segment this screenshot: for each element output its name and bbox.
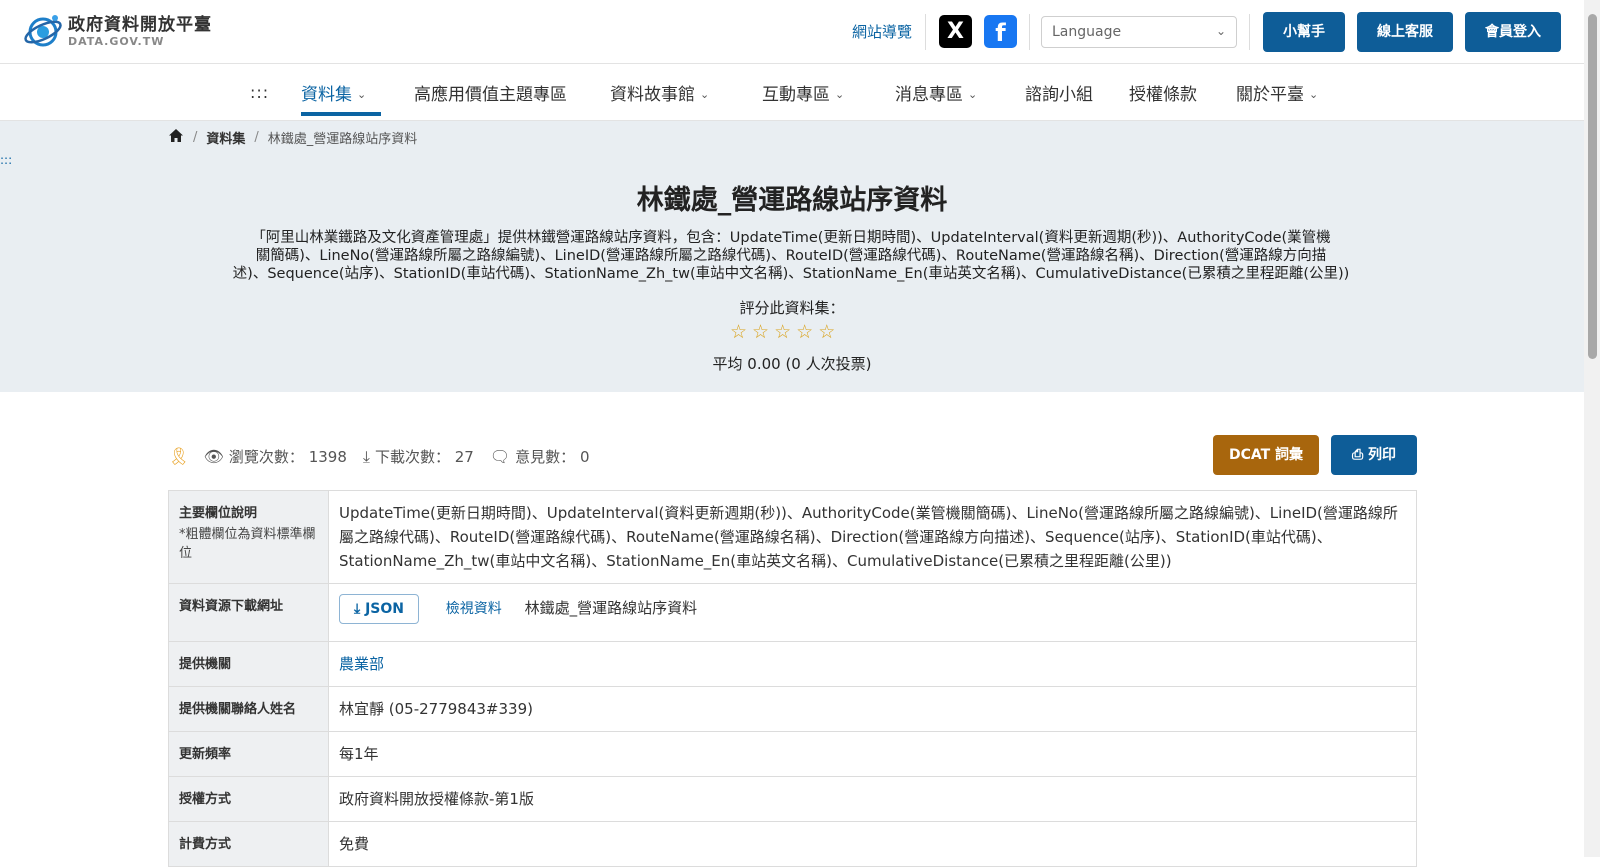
divider: [925, 14, 926, 50]
view-data-link[interactable]: 檢視資料: [446, 601, 502, 617]
star-icon[interactable]: ☆: [752, 321, 774, 343]
top-header: 政府資料開放平臺 DATA.GOV.TW 網站導覽 X f Language ⌄…: [0, 0, 1584, 64]
table-row: 提供機關聯絡人姓名 林宜靜 (05-2779843#339): [168, 686, 1417, 732]
chevron-down-icon: ⌄: [968, 88, 978, 101]
member-login-button[interactable]: 會員登入: [1465, 12, 1561, 52]
chevron-down-icon: ⌄: [1215, 24, 1226, 38]
table-row: 授權方式 政府資料開放授權條款-第1版: [168, 776, 1417, 822]
divider: [1029, 14, 1030, 50]
side-skip-anchor[interactable]: :::: [0, 153, 12, 167]
divider: [1249, 14, 1250, 50]
breadcrumb-datasets[interactable]: 資料集: [206, 128, 245, 147]
breadcrumb: / 資料集 / 林鐵處_營運路線站序資料: [168, 128, 417, 147]
page-title: 林鐵處_營運路線站序資料: [636, 185, 948, 216]
row-header-license: 授權方式: [168, 776, 329, 822]
star-icon[interactable]: ☆: [818, 321, 840, 343]
nav-item-high-value[interactable]: 高應用價值主題專區: [414, 80, 567, 105]
printer-icon: ⎙: [1351, 447, 1364, 463]
star-icon[interactable]: ☆: [774, 321, 796, 343]
breadcrumb-separator: /: [193, 130, 198, 145]
home-icon[interactable]: [168, 128, 184, 147]
x-twitter-icon[interactable]: X: [939, 15, 972, 48]
nav-item-about[interactable]: 關於平臺 ⌄: [1236, 80, 1318, 105]
row-header-download: 資料資源下載網址: [168, 583, 329, 642]
rating-average: 平均 0.00 (0 人次投票): [712, 355, 872, 373]
license-value: 政府資料開放授權條款-第1版: [328, 776, 1417, 822]
download-icon: ⤓: [354, 601, 361, 617]
rating-stars[interactable]: ☆☆☆☆☆: [730, 321, 840, 343]
helper-button[interactable]: 小幫手: [1263, 12, 1345, 52]
chevron-down-icon: ⌄: [1309, 88, 1319, 101]
agency-cell: 農業部: [328, 641, 1417, 687]
logo-title: 政府資料開放平臺: [68, 14, 212, 35]
main-navigation: ::: 資料集 ⌄ 高應用價值主題專區 資料故事館 ⌄ 互動專區 ⌄ 消息專區 ⌄ 諮詢…: [0, 64, 1584, 121]
row-header-fee: 計費方式: [168, 821, 329, 867]
nav-item-license[interactable]: 授權條款: [1129, 80, 1197, 105]
print-button[interactable]: ⎙ 列印: [1331, 435, 1417, 475]
nav-item-advisory[interactable]: 諮詢小組: [1025, 80, 1093, 105]
row-header-agency: 提供機關: [168, 641, 329, 687]
dataset-description: 「阿里山林業鐵路及文化資產管理處」提供林鐵營運路線站序資料，包含：UpdateT…: [232, 230, 1350, 282]
row-header-fields: 主要欄位說明 *粗體欄位為資料標準欄位: [168, 490, 329, 584]
download-cell: ⤓ JSON 檢視資料 林鐵處_營運路線站序資料: [328, 583, 1417, 642]
active-nav-indicator: [301, 112, 381, 116]
star-icon[interactable]: ☆: [796, 321, 818, 343]
eye-icon: 👁: [203, 447, 224, 466]
table-row: 資料資源下載網址 ⤓ JSON 檢視資料 林鐵處_營運路線站序資料: [168, 583, 1417, 642]
medal-icon: 🎗: [168, 446, 190, 467]
language-select[interactable]: Language ⌄: [1041, 16, 1237, 48]
skip-anchor[interactable]: :::: [250, 83, 269, 102]
comments-stat: 🗨 意見數： 0: [489, 447, 590, 466]
fee-value: 免費: [328, 821, 1417, 867]
row-header-contact: 提供機關聯絡人姓名: [168, 686, 329, 732]
sitemap-link[interactable]: 網站導覽: [852, 21, 912, 42]
row-header-frequency: 更新頻率: [168, 731, 329, 777]
facebook-icon[interactable]: f: [984, 15, 1017, 48]
nav-item-interactive[interactable]: 互動專區 ⌄: [762, 80, 844, 105]
dataset-info-table: 主要欄位說明 *粗體欄位為資料標準欄位 UpdateTime(更新日期時間)、U…: [168, 490, 1417, 867]
dataset-hero: / 資料集 / 林鐵處_營運路線站序資料 ::: 林鐵處_營運路線站序資料 「阿…: [0, 121, 1584, 392]
nav-item-datasets[interactable]: 資料集 ⌄: [301, 80, 366, 105]
nav-item-stories[interactable]: 資料故事館 ⌄: [610, 80, 709, 105]
views-stat: 👁 瀏覽次數： 1398: [203, 447, 347, 466]
table-row: 提供機關 農業部: [168, 641, 1417, 687]
dataset-stats: 🎗 👁 瀏覽次數： 1398 ⤓ 下載次數： 27 🗨 意見數： 0: [168, 446, 606, 467]
nav-item-news[interactable]: 消息專區 ⌄: [895, 80, 977, 105]
contact-value: 林宜靜 (05-2779843#339): [328, 686, 1417, 732]
download-icon: ⤓: [362, 446, 370, 466]
table-row: 更新頻率 每1年: [168, 731, 1417, 777]
chevron-down-icon: ⌄: [835, 88, 845, 101]
online-service-button[interactable]: 線上客服: [1357, 12, 1453, 52]
fields-note: *粗體欄位為資料標準欄位: [179, 527, 316, 561]
star-icon[interactable]: ☆: [730, 321, 752, 343]
page-scrollbar[interactable]: [1584, 0, 1600, 857]
chevron-down-icon: ⌄: [700, 88, 710, 101]
breadcrumb-separator: /: [254, 130, 259, 145]
fields-value: UpdateTime(更新日期時間)、UpdateInterval(資料更新週期…: [328, 490, 1417, 584]
comments-icon: 🗨: [489, 447, 511, 466]
breadcrumb-current: 林鐵處_營運路線站序資料: [267, 132, 418, 147]
frequency-value: 每1年: [328, 731, 1417, 777]
downloads-stat: ⤓ 下載次數： 27: [362, 446, 474, 467]
dcat-button[interactable]: DCAT 詞彙: [1213, 435, 1319, 475]
agency-link[interactable]: 農業部: [339, 655, 384, 673]
table-row: 主要欄位說明 *粗體欄位為資料標準欄位 UpdateTime(更新日期時間)、U…: [168, 490, 1417, 584]
table-row: 計費方式 免費: [168, 821, 1417, 867]
site-logo-link[interactable]: 政府資料開放平臺 DATA.GOV.TW: [22, 12, 212, 50]
resource-name: 林鐵處_營運路線站序資料: [524, 599, 698, 617]
chevron-down-icon: ⌄: [357, 88, 367, 101]
logo-subtitle: DATA.GOV.TW: [68, 34, 165, 48]
scrollbar-thumb[interactable]: [1588, 14, 1597, 359]
logo-icon: [24, 15, 62, 47]
rating-label: 評分此資料集：: [739, 299, 845, 317]
json-download-button[interactable]: ⤓ JSON: [339, 594, 419, 624]
language-select-label: Language: [1052, 24, 1122, 40]
